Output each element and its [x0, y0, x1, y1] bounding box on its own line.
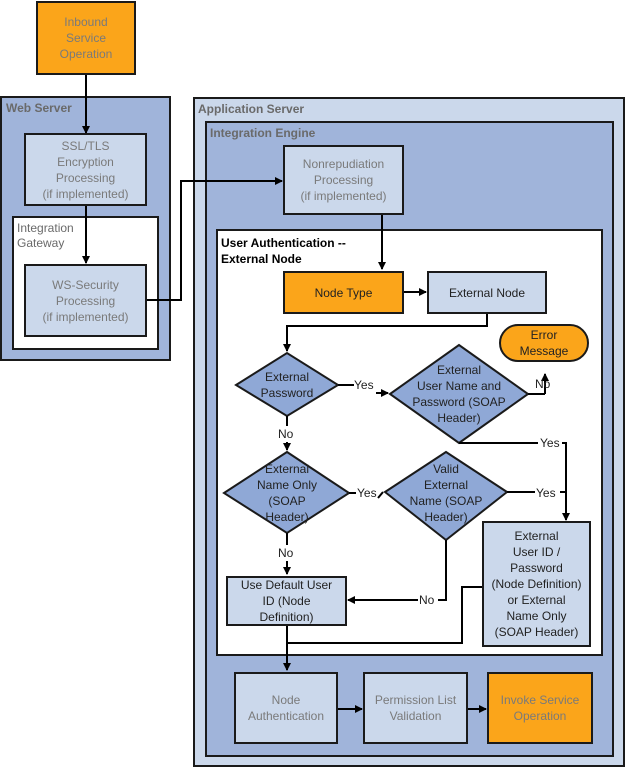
- external-name-only-label: External Name Only (SOAP Header): [256, 462, 318, 524]
- edge-ws-to-nonrepudiation: [147, 177, 283, 301]
- inbound-service-operation-box: Inbound Service Operation: [36, 1, 136, 75]
- ssl-tls-box: SSL/TLS Encryption Processing (if implem…: [24, 133, 147, 206]
- edge-label-no-validname: No: [419, 593, 435, 607]
- error-message-pill: Error Message: [499, 324, 589, 362]
- edge-validname-no: [348, 540, 447, 600]
- edge-label-yes-extpassword: Yes: [354, 378, 374, 392]
- node-type-box: Node Type: [283, 271, 404, 314]
- edge-label-yes-extusername: Yes: [540, 436, 560, 450]
- edge-label-no-extpassword: No: [278, 427, 294, 441]
- edge-label-yes-validname: Yes: [536, 486, 556, 500]
- permission-list-validation-box: Permission List Validation: [363, 672, 468, 744]
- use-default-user-id-box: Use Default User ID (Node Definition): [226, 576, 347, 626]
- edge-label-yes-extnameonly: Yes: [357, 486, 377, 500]
- nonrepudiation-box: Nonrepudiation Processing (if implemente…: [283, 145, 404, 215]
- external-user-id-password-box: External User ID / Password (Node Defini…: [482, 521, 591, 647]
- node-authentication-box: Node Authentication: [234, 672, 338, 744]
- invoke-service-operation-box: Invoke Service Operation: [487, 672, 593, 744]
- ws-security-box: WS-Security Processing (if implemented): [24, 264, 147, 337]
- external-password-label: External Password: [260, 370, 314, 400]
- external-user-name-password-label: External User Name and Password (SOAP He…: [412, 363, 506, 425]
- valid-external-name-label: Valid External Name (SOAP Header): [409, 462, 483, 524]
- edge-label-no-extnameonly: No: [278, 546, 294, 560]
- edge-label-no-error: No: [535, 377, 551, 391]
- external-node-box: External Node: [427, 271, 547, 314]
